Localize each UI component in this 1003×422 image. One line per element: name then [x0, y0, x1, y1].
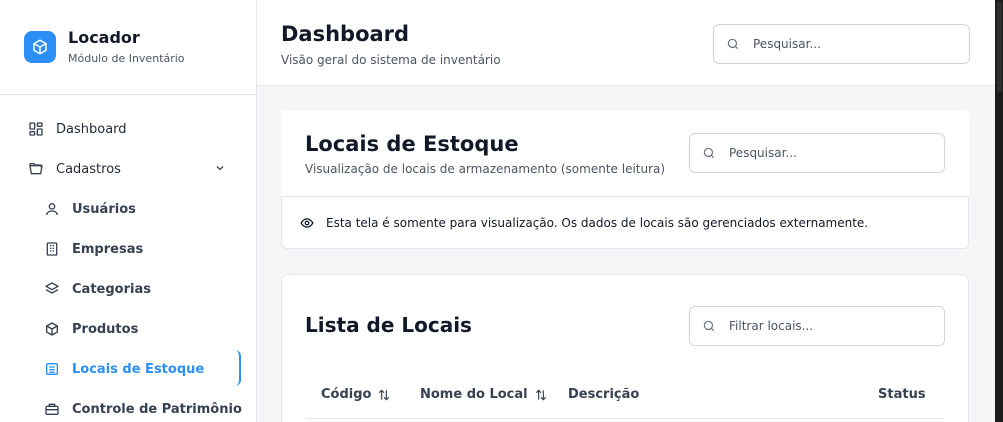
filter-placeholder: Filtrar locais... — [729, 319, 814, 333]
sidebar-item-label: Controle de Patrimônio — [72, 401, 242, 417]
top-header: Dashboard Visão geral do sistema de inve… — [257, 0, 995, 86]
sidebar-item-label: Produtos — [72, 321, 139, 337]
app-window: Locador Módulo de Inventário Dashboard C… — [0, 0, 995, 422]
notice-text: Esta tela é somente para visualização. O… — [326, 215, 869, 230]
sidebar-item-label: Dashboard — [56, 121, 127, 137]
briefcase-icon — [44, 401, 60, 417]
read-only-notice: Esta tela é somente para visualização. O… — [281, 196, 969, 249]
search-icon — [726, 37, 740, 51]
column-header-descricao: Descrição — [568, 387, 639, 402]
sidebar-item-cadastros[interactable]: Cadastros — [0, 149, 256, 189]
search-icon — [702, 146, 716, 160]
sidebar-item-empresas[interactable]: Empresas — [0, 229, 256, 269]
sidebar-item-label: Usuários — [72, 201, 136, 217]
page-subtitle: Visão geral do sistema de inventário — [281, 53, 501, 67]
chevron-down-icon[interactable] — [214, 162, 226, 174]
column-header-codigo[interactable]: Código — [321, 387, 391, 402]
sidebar-item-dashboard[interactable]: Dashboard — [0, 109, 256, 149]
scrollbar-thumb[interactable] — [997, 2, 1002, 92]
filter-locais-input[interactable]: Filtrar locais... — [689, 306, 945, 346]
brand-subtitle: Módulo de Inventário — [68, 51, 185, 65]
column-header-status: Status — [878, 387, 926, 402]
sidebar-item-usuarios[interactable]: Usuários — [0, 189, 256, 229]
package-icon — [24, 31, 56, 63]
warehouse-icon — [44, 361, 60, 377]
sidebar-nav: Dashboard Cadastros Usuários Empresas Ca… — [0, 95, 256, 422]
column-label: Código — [321, 387, 372, 402]
section-title: Locais de Estoque — [305, 132, 519, 156]
column-label: Status — [878, 387, 926, 402]
sidebar: Locador Módulo de Inventário Dashboard C… — [0, 0, 257, 422]
eye-icon — [300, 216, 314, 230]
sidebar-item-label: Empresas — [72, 241, 144, 257]
sort-icon — [534, 388, 548, 402]
sidebar-item-label: Categorias — [72, 281, 151, 297]
sidebar-item-label: Locais de Estoque — [72, 361, 205, 377]
search-placeholder: Pesquisar... — [729, 146, 797, 160]
column-label: Descrição — [568, 387, 640, 402]
page-title: Dashboard — [281, 22, 410, 46]
sidebar-item-label: Cadastros — [56, 161, 121, 177]
list-title: Lista de Locais — [305, 313, 472, 337]
locais-header-card: Locais de Estoque Visualização de locais… — [281, 110, 969, 196]
search-placeholder: Pesquisar... — [753, 37, 821, 51]
sort-icon — [377, 388, 391, 402]
layout-grid-icon — [28, 121, 44, 137]
sidebar-item-produtos[interactable]: Produtos — [0, 309, 256, 349]
table-header: Código Nome do Local Descrição Status — [306, 375, 944, 419]
header-search-input[interactable]: Pesquisar... — [713, 24, 970, 64]
column-label: Nome do Local — [420, 387, 528, 402]
folder-open-icon — [28, 161, 44, 177]
sidebar-item-locais-de-estoque[interactable]: Locais de Estoque — [0, 349, 256, 389]
building-icon — [44, 241, 60, 257]
sidebar-item-categorias[interactable]: Categorias — [0, 269, 256, 309]
locais-search-input[interactable]: Pesquisar... — [689, 133, 945, 173]
layers-icon — [44, 281, 60, 297]
sidebar-item-controle-de-patrimonio[interactable]: Controle de Patrimônio — [0, 389, 256, 422]
user-icon — [44, 201, 60, 217]
section-subtitle: Visualização de locais de armazenamento … — [305, 162, 666, 176]
scrollbar[interactable] — [995, 0, 1003, 422]
locais-list-card: Lista de Locais Filtrar locais... Código… — [281, 274, 969, 422]
search-icon — [702, 319, 716, 333]
package-icon — [44, 321, 60, 337]
brand-title: Locador — [68, 27, 140, 47]
brand[interactable]: Locador Módulo de Inventário — [0, 0, 256, 95]
column-header-nome-do-local[interactable]: Nome do Local — [420, 387, 548, 402]
